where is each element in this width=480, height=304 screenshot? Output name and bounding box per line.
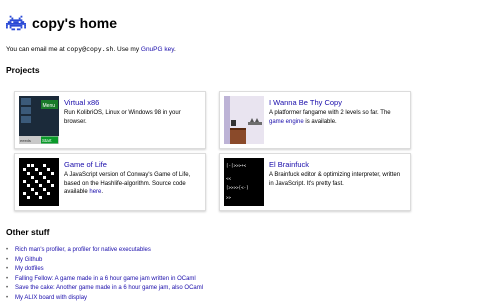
email-address: copy@copy.sh <box>66 45 114 53</box>
list-item: My Github <box>6 256 203 266</box>
virtual-x86-desc-text: Run KolibriOS, Linux or Windows 98 in yo… <box>64 110 181 125</box>
platformer-screenshot-icon <box>224 96 264 144</box>
list-item: My ALIX board with display <box>6 294 203 304</box>
el-brainfuck-link[interactable]: El Brainfuck <box>269 160 404 169</box>
other-stuff-heading: Other stuff <box>6 227 50 237</box>
list-item: My dotfiles <box>6 265 203 275</box>
other-stuff-list: Rich man's profiler, a profiler for nati… <box>6 246 203 304</box>
game-of-life-desc-after: . <box>101 189 104 196</box>
el-brainfuck-desc-text: A Brainfuck editor & optimizing interpre… <box>269 172 401 187</box>
list-item: Falling Fellow: A game made in a 6 hour … <box>6 275 203 285</box>
virtual-x86-thumbnail: Menu Start eeeds <box>19 96 59 144</box>
project-card-virtual-x86[interactable]: Menu Start eeeds Virtual x86 Run Kolibri… <box>14 91 206 149</box>
intro-middle: . Use my <box>113 46 141 53</box>
github-link[interactable]: My Github <box>15 257 42 263</box>
project-card-game-of-life[interactable]: Game of Life A JavaScript version of Con… <box>14 153 206 211</box>
page-header: copy's home <box>6 14 117 32</box>
bf-code-line-1: [-[>>>+< <box>226 163 247 168</box>
i-wanna-desc-text: A platformer fangame with 2 levels so fa… <box>269 110 391 116</box>
i-wanna-be-thy-copy-link[interactable]: I Wanna Be Thy Copy <box>269 98 404 107</box>
terminal-screenshot-icon: [-[>>>+< << [>>>>[<-] >> <box>224 158 264 206</box>
source-code-here-link[interactable]: here <box>89 189 101 195</box>
project-card-el-brainfuck[interactable]: [-[>>>+< << [>>>>[<-] >> El Brainfuck A … <box>219 153 411 211</box>
desktop-screenshot-icon: Menu Start eeeds <box>19 96 59 144</box>
x86-start-label: Start <box>42 138 52 143</box>
list-item: Save the cake: Another game made in a 6 … <box>6 284 203 294</box>
i-wanna-desc-after: is available. <box>303 118 337 125</box>
falling-fellow-link[interactable]: Falling Fellow: A game made in a 6 hour … <box>15 276 196 282</box>
gnupg-key-link[interactable]: GnuPG key <box>141 46 174 53</box>
virtual-x86-description: Run KolibriOS, Linux or Windows 98 in yo… <box>64 109 199 126</box>
life-grid-icon <box>19 158 59 206</box>
intro-text: You can email me at copy@copy.sh. Use my… <box>6 45 176 53</box>
virtual-x86-link[interactable]: Virtual x86 <box>64 98 199 107</box>
space-invader-icon <box>6 15 26 31</box>
projects-heading: Projects <box>6 65 40 75</box>
save-the-cake-link[interactable]: Save the cake: Another game made in a 6 … <box>15 285 203 291</box>
bf-code-line-3: [>>>>[<-] <box>226 185 249 190</box>
el-brainfuck-description: A Brainfuck editor & optimizing interpre… <box>269 171 404 188</box>
x86-menu-label: Menu <box>43 103 56 109</box>
el-brainfuck-thumbnail: [-[>>>+< << [>>>>[<-] >> <box>224 158 264 206</box>
alix-board-link[interactable]: My ALIX board with display <box>15 295 87 301</box>
game-of-life-desc-text: A JavaScript version of Conway's Game of… <box>64 172 191 196</box>
page-title: copy's home <box>32 15 118 31</box>
x86-taskbar-label: eeeds <box>20 138 31 143</box>
i-wanna-description: A platformer fangame with 2 levels so fa… <box>269 109 404 126</box>
intro-before: You can email me at <box>6 46 67 53</box>
intro-after: . <box>174 46 176 53</box>
bf-code-line-2: << <box>226 176 232 181</box>
project-card-i-wanna-be-thy-copy[interactable]: I Wanna Be Thy Copy A platformer fangame… <box>219 91 411 149</box>
game-engine-link[interactable]: game engine <box>269 119 304 125</box>
dotfiles-link[interactable]: My dotfiles <box>15 266 44 272</box>
game-of-life-thumbnail <box>19 158 59 206</box>
list-item: Rich man's profiler, a profiler for nati… <box>6 246 203 256</box>
bf-code-line-4: >> <box>226 195 232 200</box>
game-of-life-description: A JavaScript version of Conway's Game of… <box>64 171 199 197</box>
i-wanna-thumbnail <box>224 96 264 144</box>
profiler-link[interactable]: Rich man's profiler, a profiler for nati… <box>15 247 151 253</box>
game-of-life-link[interactable]: Game of Life <box>64 160 199 169</box>
